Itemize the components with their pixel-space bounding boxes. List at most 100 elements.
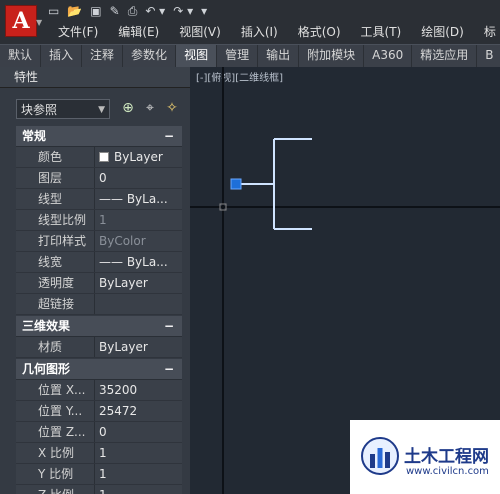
ribbon-tab[interactable]: A360 (364, 45, 413, 67)
property-value-text: 1 (99, 213, 107, 227)
menu-item[interactable]: 插入(I) (231, 22, 288, 42)
new-file-icon[interactable]: ▭ (48, 3, 59, 19)
property-key: 打印样式 (16, 231, 95, 251)
chevron-down-icon: ▼ (98, 105, 105, 115)
property-key: 位置 X... (16, 380, 95, 400)
quick-select-icon[interactable]: ✧ (164, 100, 180, 116)
ribbon-tab[interactable]: 默认 (0, 45, 42, 67)
property-row[interactable]: 位置 Y... 25472 (16, 401, 182, 422)
menu-item[interactable]: 编辑(E) (108, 22, 169, 42)
ribbon-tab[interactable]: 附加模块 (299, 45, 365, 67)
insertion-grip (230, 178, 242, 190)
ribbon-tab[interactable]: 视图 (176, 45, 218, 67)
property-row[interactable]: 线型比例 1 (16, 210, 182, 231)
property-key: 颜色 (16, 147, 95, 167)
property-row[interactable]: 透明度 ByLayer (16, 273, 182, 294)
menu-item[interactable]: 视图(V) (169, 22, 231, 42)
property-value[interactable]: 1 (95, 485, 182, 494)
property-value[interactable]: ByColor (95, 231, 182, 251)
property-row[interactable]: 打印样式 ByColor (16, 231, 182, 252)
property-value[interactable]: 1 (95, 464, 182, 484)
property-row[interactable]: 线型 —— ByLa... (16, 189, 182, 210)
property-value[interactable]: —— ByLa... (95, 252, 182, 272)
property-section-header[interactable]: 三维效果 − (16, 316, 182, 337)
property-key: X 比例 (16, 443, 95, 463)
property-value-text: ByLayer (99, 276, 148, 290)
print-icon[interactable]: ⎙ (128, 3, 138, 19)
toggle-pickadd-icon[interactable]: ⊕ (120, 100, 136, 116)
palette-toolbar: 块参照 ▼ ⊕ ⌖ ✧ (0, 97, 190, 121)
section-title: 常规 (22, 129, 47, 143)
dropdown-icon[interactable]: ▾ (201, 3, 207, 19)
object-type-value: 块参照 (21, 103, 58, 117)
collapse-icon[interactable]: − (164, 126, 174, 146)
collapse-icon[interactable]: − (164, 316, 174, 336)
save-icon[interactable]: ▣ (90, 3, 101, 19)
property-list: 常规 − 颜色 ByLayer 图层 0 线型 —— ByLa... 线型比例 1 打印样式 ByCo… (16, 125, 182, 494)
property-key: 线型比例 (16, 210, 95, 230)
palette-title: 特性 (0, 67, 190, 88)
property-value[interactable]: 35200 (95, 380, 182, 400)
property-value-text: 25472 (99, 404, 138, 418)
application-menu-button[interactable]: A ▼ (0, 0, 44, 44)
property-section-header[interactable]: 几何图形 − (16, 359, 182, 380)
property-row[interactable]: 位置 Z... 0 (16, 422, 182, 443)
ribbon-tab[interactable]: B (477, 45, 500, 67)
property-value-text: —— ByLa... (99, 192, 168, 206)
property-key: 材质 (16, 337, 95, 357)
property-value-text: 1 (99, 467, 107, 481)
property-value[interactable]: 1 (95, 210, 182, 230)
property-row[interactable]: Y 比例 1 (16, 464, 182, 485)
ribbon-tab[interactable]: 精选应用 (412, 45, 478, 67)
ribbon-tab[interactable]: 输出 (258, 45, 300, 67)
property-row[interactable]: X 比例 1 (16, 443, 182, 464)
property-row[interactable]: 位置 X... 35200 (16, 380, 182, 401)
menu-item[interactable]: 格式(O) (288, 22, 351, 42)
property-value[interactable]: 0 (95, 422, 182, 442)
property-key: 超链接 (16, 294, 95, 314)
redo-icon[interactable]: ↷ ▾ (173, 3, 193, 19)
property-value[interactable]: ByLayer (95, 337, 182, 357)
menu-item[interactable]: 文件(F) (48, 22, 108, 42)
property-value[interactable]: ByLayer (95, 147, 182, 167)
ribbon-tab[interactable]: 参数化 (123, 45, 177, 67)
menu-item[interactable]: 绘图(D) (411, 22, 474, 42)
menu-item[interactable]: 工具(T) (351, 22, 412, 42)
property-value[interactable]: —— ByLa... (95, 189, 182, 209)
object-type-select[interactable]: 块参照 ▼ (16, 99, 110, 119)
property-key: Y 比例 (16, 464, 95, 484)
menu-item[interactable]: 标 (474, 22, 500, 42)
open-folder-icon[interactable]: 📂 (67, 3, 82, 19)
property-section-header[interactable]: 常规 − (16, 126, 182, 147)
collapse-icon[interactable]: − (164, 359, 174, 379)
property-value[interactable]: 0 (95, 168, 182, 188)
properties-palette: 特性 块参照 ▼ ⊕ ⌖ ✧ 常规 − 颜色 ByLayer 图层 0 线型 —— ByLa.… (0, 67, 190, 494)
property-value-text: 1 (99, 488, 107, 494)
property-value[interactable]: 1 (95, 443, 182, 463)
ribbon-tab[interactable]: 插入 (41, 45, 83, 67)
property-value-text: —— ByLa... (99, 255, 168, 269)
property-row[interactable]: 图层 0 (16, 168, 182, 189)
property-row[interactable]: 超链接 (16, 294, 182, 315)
property-key: Z 比例 (16, 485, 95, 494)
chevron-down-icon: ▼ (36, 18, 43, 27)
property-value[interactable]: 25472 (95, 401, 182, 421)
select-objects-icon[interactable]: ⌖ (142, 100, 158, 116)
property-value-text: 1 (99, 446, 107, 460)
ribbon-tab[interactable]: 管理 (217, 45, 259, 67)
property-value-text: 35200 (99, 383, 138, 397)
property-row[interactable]: Z 比例 1 (16, 485, 182, 494)
property-value[interactable]: ByLayer (95, 273, 182, 293)
ribbon-tab[interactable]: 注释 (82, 45, 124, 67)
menu-bar: 文件(F) 编辑(E) 视图(V) 插入(I) 格式(O) 工具(T) 绘图(D) 标 (48, 22, 500, 42)
property-row[interactable]: 线宽 —— ByLa... (16, 252, 182, 273)
property-value[interactable] (95, 294, 182, 314)
property-key: 位置 Z... (16, 422, 95, 442)
title-bar: A ▼ ▭ 📂 ▣ ✎ ⎙ ↶ ▾ ↷ ▾ ▾ 文件(F) 编辑(E) 视图(V) 插… (0, 0, 500, 44)
property-row[interactable]: 颜色 ByLayer (16, 147, 182, 168)
undo-icon[interactable]: ↶ ▾ (145, 3, 165, 19)
save-as-icon[interactable]: ✎ (110, 3, 120, 19)
property-key: 线宽 (16, 252, 95, 272)
property-row[interactable]: 材质 ByLayer (16, 337, 182, 358)
section-title: 几何图形 (22, 362, 71, 376)
